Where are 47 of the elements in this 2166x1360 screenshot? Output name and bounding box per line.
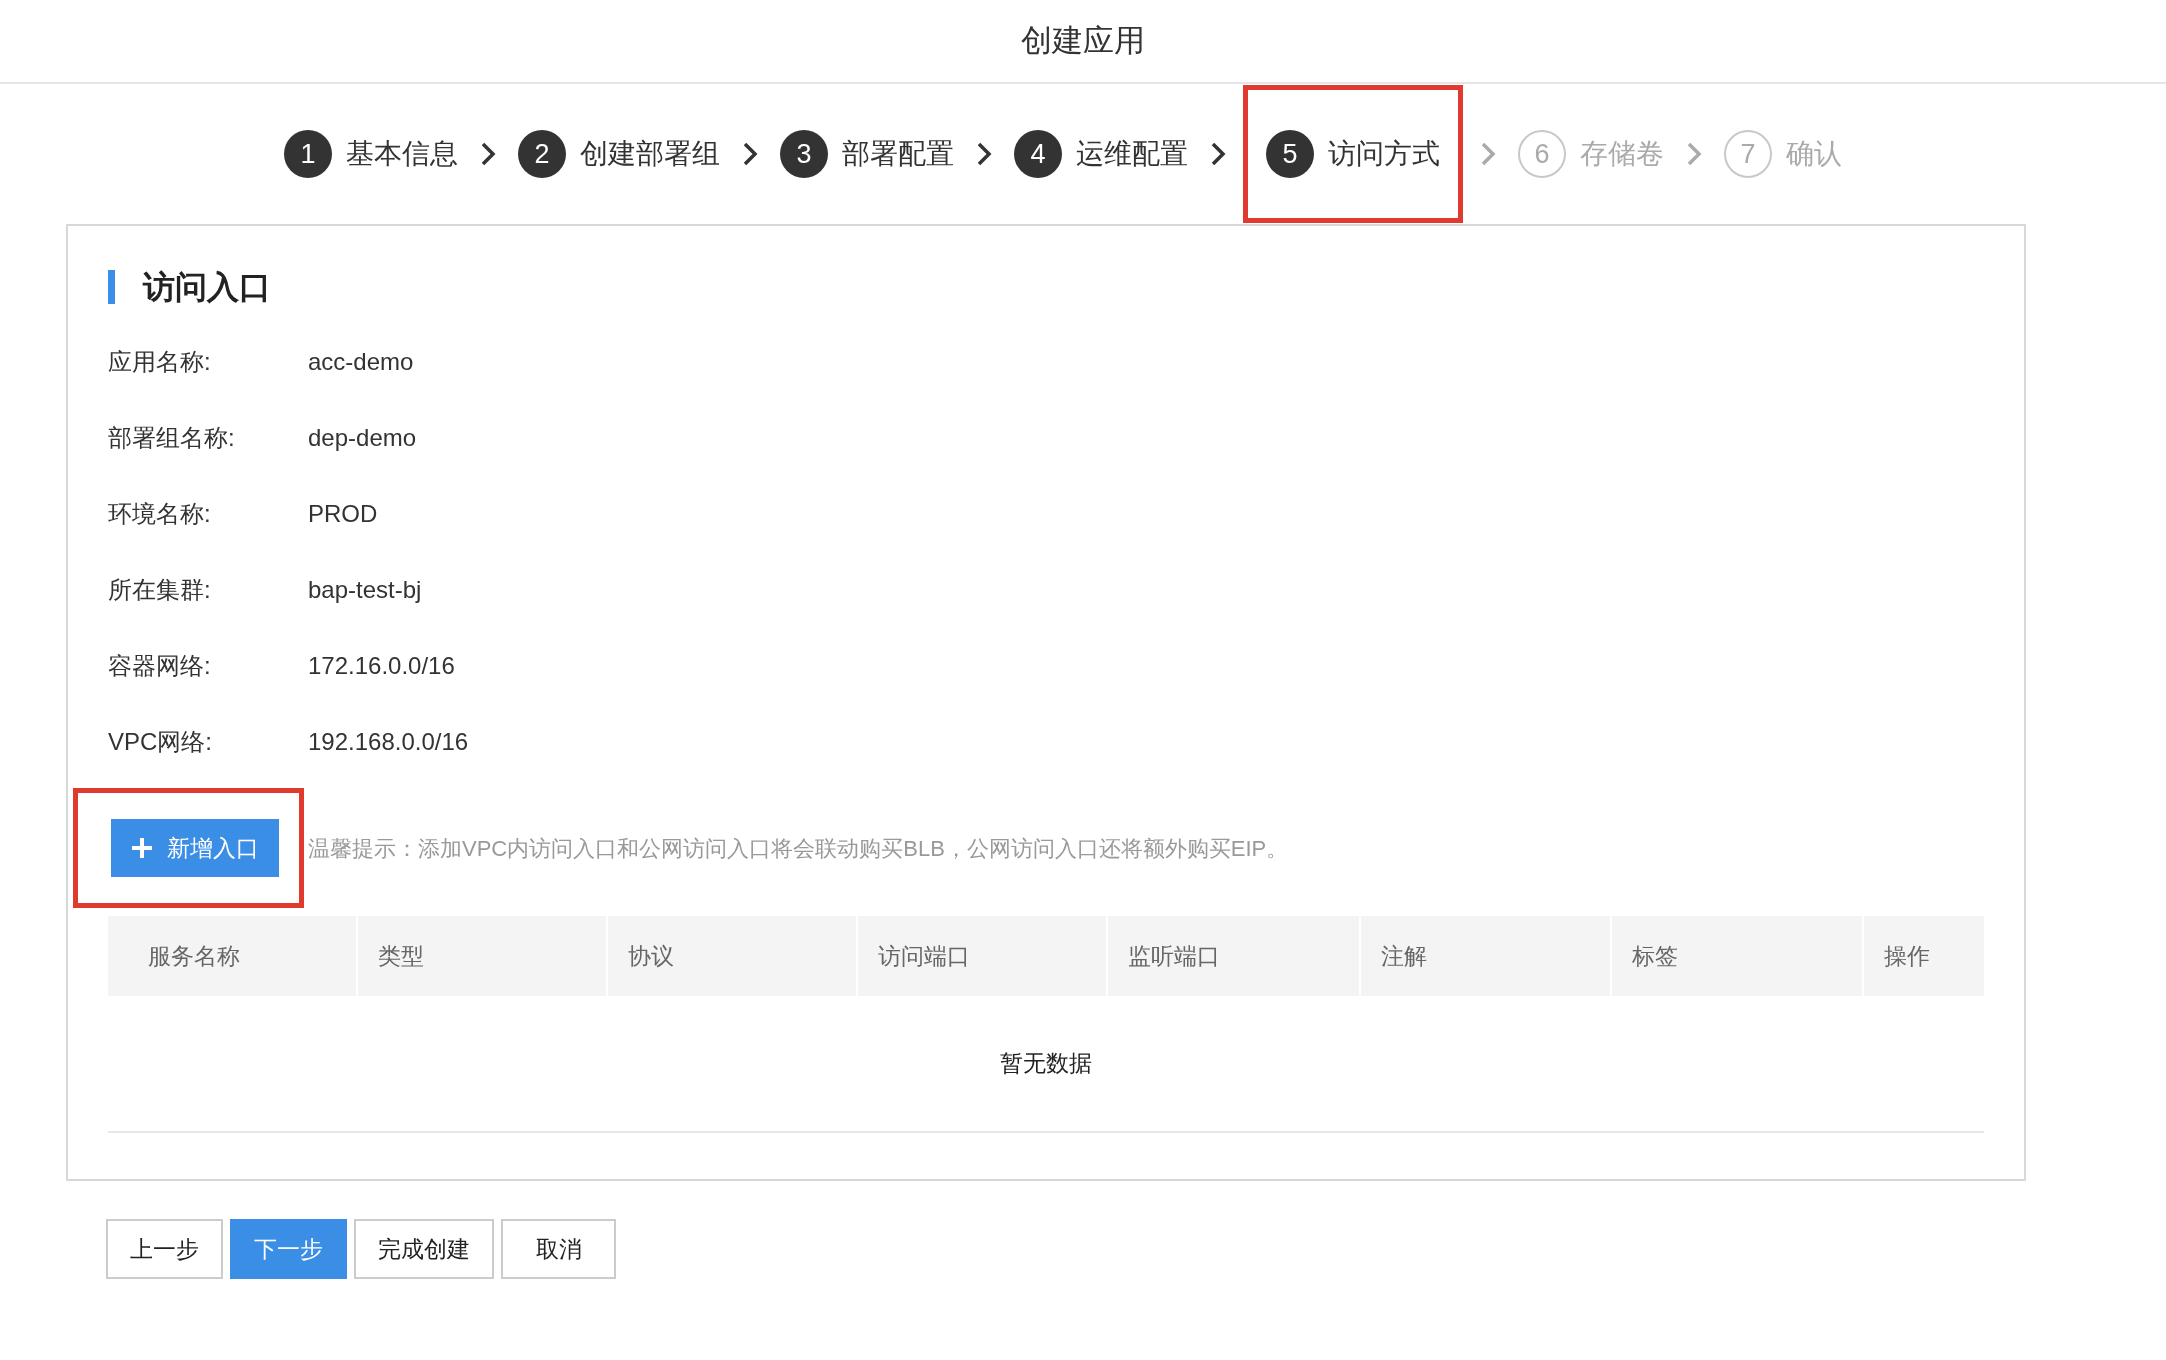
chevron-right-icon	[976, 141, 992, 167]
section-accent-bar	[108, 270, 115, 304]
column-header: 标签	[1612, 916, 1864, 996]
chevron-right-icon	[1686, 141, 1702, 167]
step-number: 2	[518, 130, 566, 178]
column-header: 操作	[1883, 941, 1931, 971]
wizard-step[interactable]: 5 访问方式	[1248, 90, 1458, 218]
step-number: 7	[1724, 130, 1772, 178]
section-title: 访问入口	[143, 268, 271, 307]
field-value: PROD	[308, 499, 378, 529]
field-label: 应用名称:	[108, 347, 212, 377]
column-header: 监听端口	[1108, 916, 1361, 996]
chevron-right-icon	[1480, 141, 1496, 167]
field-label: 环境名称:	[108, 499, 212, 529]
field-value: 172.16.0.0/16	[308, 651, 455, 681]
column-header: 注解	[1361, 916, 1612, 996]
field-label: VPC网络:	[108, 727, 213, 757]
empty-table-text: 暂无数据	[1000, 1049, 1092, 1079]
hint-text: 温馨提示：添加VPC内访问入口和公网访问入口将会联动购买BLB，公网访问入口还将额外购买EIP。	[308, 834, 1289, 863]
chevron-right-icon	[1210, 141, 1226, 167]
column-header: 类型	[358, 916, 608, 996]
step-number: 6	[1518, 130, 1566, 178]
step-number: 1	[284, 130, 332, 178]
field-label: 部署组名称:	[108, 423, 236, 453]
column-header: 协议	[608, 916, 858, 996]
field-label: 所在集群:	[108, 575, 212, 605]
chevron-right-icon	[480, 141, 496, 167]
wizard-step[interactable]: 1 基本信息	[284, 130, 458, 178]
chevron-right-icon	[742, 141, 758, 167]
field-value: acc-demo	[308, 347, 414, 377]
wizard-step[interactable]: 4 运维配置	[1014, 130, 1188, 178]
step-number: 5	[1266, 130, 1314, 178]
page-title: 创建应用	[1021, 21, 1145, 60]
field-value: bap-test-bj	[308, 575, 422, 605]
field-value: dep-demo	[308, 423, 417, 453]
footer-button[interactable]: 完成创建	[354, 1219, 494, 1279]
column-header: 服务名称	[108, 916, 358, 996]
field-label: 容器网络:	[108, 651, 212, 681]
field-value: 192.168.0.0/16	[308, 727, 469, 757]
step-number: 4	[1014, 130, 1062, 178]
plus-icon	[131, 837, 153, 859]
footer-button[interactable]: 取消	[501, 1219, 616, 1279]
wizard-step[interactable]: 2 创建部署组	[518, 130, 720, 178]
column-header: 访问端口	[858, 916, 1108, 996]
step-number: 3	[780, 130, 828, 178]
footer-button[interactable]: 上一步	[106, 1219, 223, 1279]
wizard-step[interactable]: 3 部署配置	[780, 130, 954, 178]
